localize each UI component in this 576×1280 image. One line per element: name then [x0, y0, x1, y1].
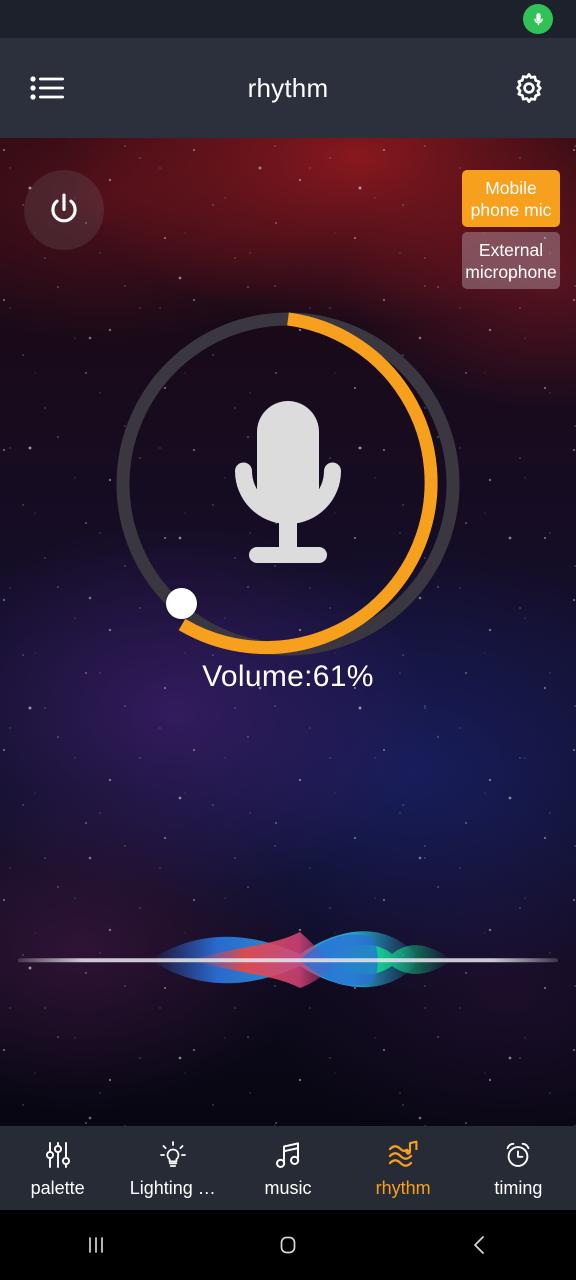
- recents-button[interactable]: [0, 1210, 192, 1280]
- volume-dial-knob[interactable]: [166, 588, 197, 619]
- tab-lighting[interactable]: Lighting …: [115, 1126, 230, 1210]
- volume-dial[interactable]: [106, 302, 470, 666]
- tab-palette-label: palette: [30, 1177, 85, 1198]
- gear-icon: [516, 73, 542, 103]
- waveform-graphic: [18, 931, 558, 988]
- tab-timing-label: timing: [494, 1177, 543, 1198]
- lightbulb-icon: [158, 1139, 188, 1171]
- tab-music[interactable]: music: [230, 1126, 345, 1210]
- page-title: rhythm: [247, 72, 329, 103]
- dial-microphone-graphic: [225, 399, 351, 569]
- microphone-icon: [533, 12, 543, 25]
- alarm-clock-icon: [503, 1139, 533, 1171]
- mic-source-selector: Mobile phone mic External microphone: [462, 170, 560, 289]
- home-button[interactable]: [192, 1210, 384, 1280]
- mic-source-external-button[interactable]: External microphone: [462, 232, 560, 289]
- sliders-icon: [43, 1139, 73, 1171]
- power-icon: [51, 193, 77, 223]
- audio-waveform-visualizer: [0, 880, 576, 1040]
- tab-timing[interactable]: timing: [461, 1126, 576, 1210]
- recents-icon: [89, 1237, 103, 1253]
- settings-button[interactable]: [504, 63, 554, 113]
- microphone-icon: [235, 401, 341, 563]
- system-navigation-bar: [0, 1210, 576, 1280]
- tab-lighting-label: Lighting …: [129, 1177, 216, 1198]
- rhythm-wave-icon: [387, 1139, 419, 1171]
- tab-music-label: music: [264, 1177, 312, 1198]
- status-bar: [0, 0, 576, 38]
- power-button[interactable]: [24, 170, 104, 250]
- app-header: rhythm: [0, 38, 576, 138]
- list-menu-icon: [30, 76, 64, 100]
- back-button[interactable]: [384, 1210, 576, 1280]
- tab-rhythm-label: rhythm: [375, 1177, 431, 1198]
- app-root: rhythm Mobile phone mic External microph…: [0, 0, 576, 1280]
- tab-palette[interactable]: palette: [0, 1126, 115, 1210]
- music-note-icon: [273, 1139, 303, 1171]
- volume-value-label: Volume:61%: [202, 660, 374, 693]
- menu-button[interactable]: [22, 63, 72, 113]
- mic-source-external-label: External microphone: [465, 239, 557, 282]
- mic-source-mobile-phone-button[interactable]: Mobile phone mic: [462, 170, 560, 227]
- home-icon: [280, 1236, 296, 1254]
- mic-source-mobile-phone-label: Mobile phone mic: [470, 177, 552, 220]
- microphone-active-indicator: [523, 4, 553, 34]
- back-icon: [474, 1236, 484, 1254]
- tab-rhythm[interactable]: rhythm: [346, 1126, 461, 1210]
- bottom-tab-bar: palette Lighting … music rhythm timing: [0, 1126, 576, 1210]
